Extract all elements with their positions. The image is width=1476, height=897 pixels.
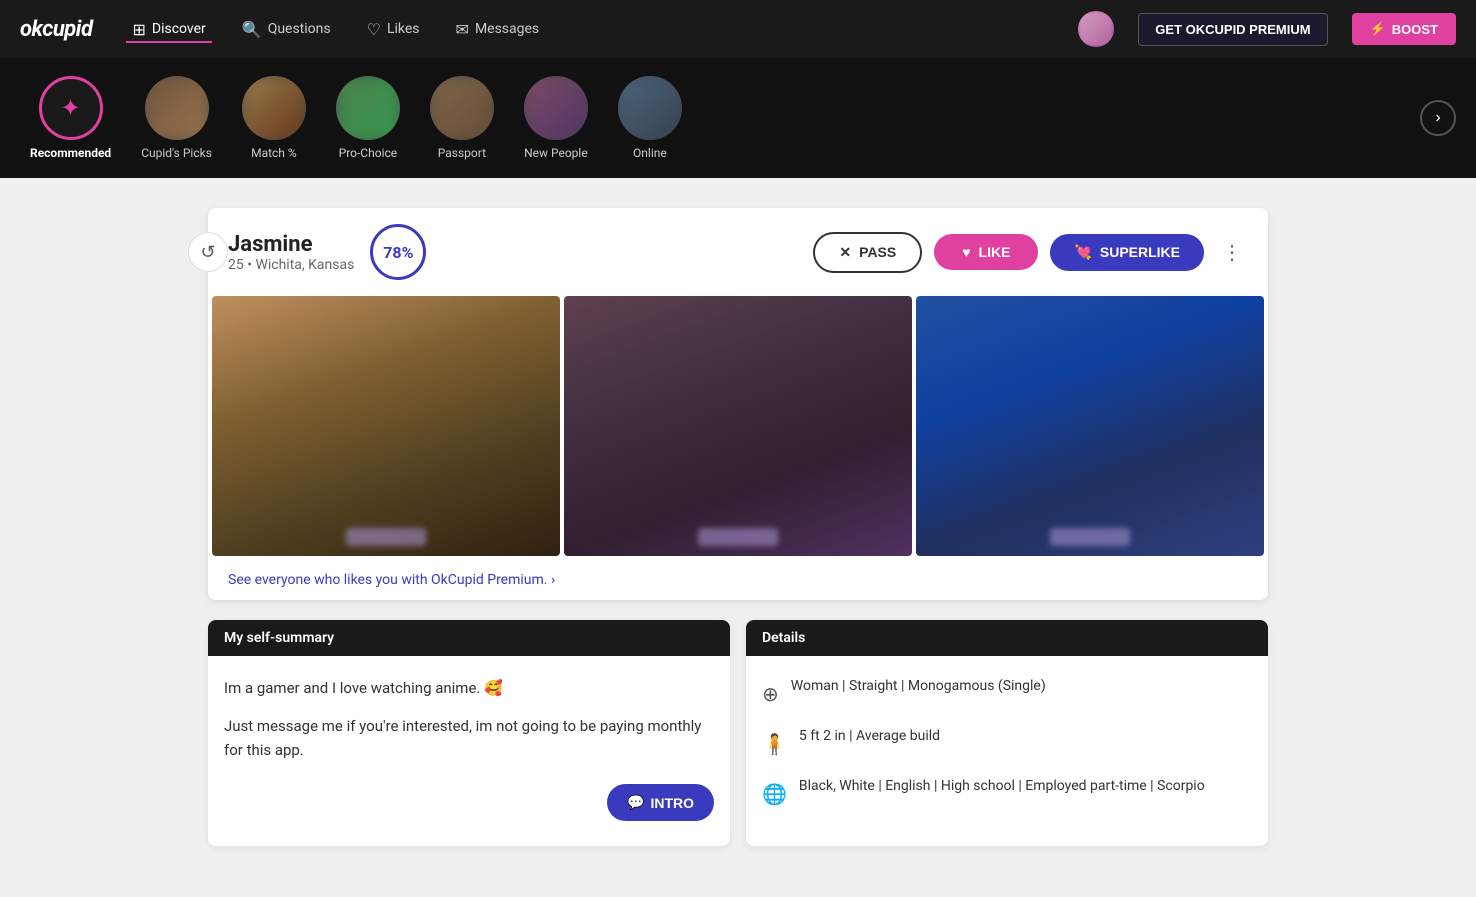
detail-background-text: Black, White | English | High school | E… bbox=[799, 776, 1205, 797]
category-passport-label: Passport bbox=[438, 146, 486, 160]
profile-name: Jasmine bbox=[228, 232, 354, 257]
nav-discover[interactable]: ⊞ Discover bbox=[126, 16, 211, 43]
category-next-button[interactable]: › bbox=[1420, 100, 1456, 136]
gender-icon: ⊕ bbox=[762, 678, 779, 710]
self-summary-header: My self-summary bbox=[208, 620, 730, 656]
profile-name-area: Jasmine 25 • Wichita, Kansas bbox=[228, 232, 354, 273]
pro-choice-thumb bbox=[336, 76, 400, 140]
self-summary-p1: Im a gamer and I love watching anime. 🥰 bbox=[224, 676, 714, 700]
likes-icon: ♡ bbox=[367, 20, 381, 39]
category-recommended[interactable]: ✦ Recommended bbox=[20, 68, 121, 168]
boost-button[interactable]: BOOST bbox=[1352, 13, 1456, 45]
user-avatar[interactable] bbox=[1078, 11, 1114, 47]
superlike-label: SUPERLIKE bbox=[1100, 244, 1180, 260]
messages-icon: ✉ bbox=[456, 20, 469, 39]
action-buttons: ✕ PASS ♥ LIKE 💘 SUPERLIKE ⋮ bbox=[813, 232, 1248, 273]
recommended-thumb: ✦ bbox=[39, 76, 103, 140]
detail-item-background: 🌐 Black, White | English | High school |… bbox=[762, 776, 1252, 810]
category-new-people[interactable]: New People bbox=[514, 68, 598, 168]
undo-button[interactable]: ↺ bbox=[188, 232, 228, 272]
profile-age: 25 bbox=[228, 257, 244, 273]
match-percent: 78% bbox=[383, 243, 413, 262]
category-pro-choice[interactable]: Pro-Choice bbox=[326, 68, 410, 168]
profile-card: ↺ Jasmine 25 • Wichita, Kansas 78% ✕ PAS… bbox=[208, 208, 1268, 600]
online-thumb bbox=[618, 76, 682, 140]
category-recommended-label: Recommended bbox=[30, 146, 111, 160]
photo-3-overlay bbox=[1050, 528, 1130, 546]
nav-questions[interactable]: 🔍 Questions bbox=[236, 16, 337, 43]
profile-city: Wichita, Kansas bbox=[255, 257, 354, 273]
category-pro-choice-label: Pro-Choice bbox=[339, 146, 398, 160]
details-header: Details bbox=[746, 620, 1268, 656]
more-options-button[interactable]: ⋮ bbox=[1216, 240, 1248, 265]
top-navigation: okcupid ⊞ Discover 🔍 Questions ♡ Likes ✉… bbox=[0, 0, 1476, 58]
intro-button[interactable]: 💬 INTRO bbox=[607, 784, 714, 821]
profile-header: ↺ Jasmine 25 • Wichita, Kansas 78% ✕ PAS… bbox=[208, 208, 1268, 296]
premium-upsell-link[interactable]: See everyone who likes you with OkCupid … bbox=[208, 560, 1268, 600]
passport-thumb bbox=[430, 76, 494, 140]
self-summary-card: My self-summary Im a gamer and I love wa… bbox=[208, 620, 730, 846]
nav-messages-label: Messages bbox=[475, 21, 539, 37]
category-online[interactable]: Online bbox=[608, 68, 692, 168]
new-people-thumb bbox=[524, 76, 588, 140]
pass-icon: ✕ bbox=[839, 244, 851, 261]
category-passport[interactable]: Passport bbox=[420, 68, 504, 168]
app-logo: okcupid bbox=[20, 17, 92, 42]
profile-photo-2[interactable] bbox=[564, 296, 912, 556]
questions-icon: 🔍 bbox=[242, 20, 262, 39]
premium-upsell-anchor[interactable]: See everyone who likes you with OkCupid … bbox=[228, 572, 555, 588]
detail-height-text: 5 ft 2 in | Average build bbox=[799, 726, 940, 747]
details-card: Details ⊕ Woman | Straight | Monogamous … bbox=[746, 620, 1268, 846]
profile-photo-1[interactable] bbox=[212, 296, 560, 556]
like-label: LIKE bbox=[979, 244, 1011, 260]
profile-location: 25 • Wichita, Kansas bbox=[228, 257, 354, 273]
nav-likes-label: Likes bbox=[387, 21, 420, 37]
nav-discover-label: Discover bbox=[152, 21, 206, 37]
detail-item-height: 🧍 5 ft 2 in | Average build bbox=[762, 726, 1252, 760]
category-cupids-picks-label: Cupid's Picks bbox=[141, 146, 212, 160]
background-icon: 🌐 bbox=[762, 778, 787, 810]
category-new-people-label: New People bbox=[524, 146, 588, 160]
nav-likes[interactable]: ♡ Likes bbox=[361, 16, 426, 43]
superlike-icon: 💘 bbox=[1074, 244, 1091, 261]
intro-icon: 💬 bbox=[627, 794, 644, 811]
match-thumb bbox=[242, 76, 306, 140]
detail-item-gender: ⊕ Woman | Straight | Monogamous (Single) bbox=[762, 676, 1252, 710]
photo-grid bbox=[208, 296, 1268, 560]
match-circle: 78% bbox=[370, 224, 426, 280]
photo-2-overlay bbox=[698, 528, 778, 546]
detail-gender-text: Woman | Straight | Monogamous (Single) bbox=[791, 676, 1046, 697]
pass-label: PASS bbox=[859, 244, 896, 260]
cupids-picks-thumb bbox=[145, 76, 209, 140]
like-icon: ♥ bbox=[962, 244, 970, 260]
category-bar: ✦ Recommended Cupid's Picks Match % Pro-… bbox=[0, 58, 1476, 178]
premium-button[interactable]: GET OKCUPID PREMIUM bbox=[1138, 13, 1327, 46]
category-match[interactable]: Match % bbox=[232, 68, 316, 168]
recommended-icon: ✦ bbox=[61, 94, 81, 122]
category-match-label: Match % bbox=[251, 146, 297, 160]
height-icon: 🧍 bbox=[762, 728, 787, 760]
nav-messages[interactable]: ✉ Messages bbox=[450, 16, 546, 43]
details-body: ⊕ Woman | Straight | Monogamous (Single)… bbox=[746, 656, 1268, 846]
self-summary-p2: Just message me if you're interested, im… bbox=[224, 714, 714, 762]
nav-questions-label: Questions bbox=[268, 21, 331, 37]
like-button[interactable]: ♥ LIKE bbox=[934, 234, 1038, 270]
discover-icon: ⊞ bbox=[132, 20, 145, 39]
intro-label: INTRO bbox=[650, 795, 694, 811]
main-content: ↺ Jasmine 25 • Wichita, Kansas 78% ✕ PAS… bbox=[188, 208, 1288, 846]
self-summary-body: Im a gamer and I love watching anime. 🥰 … bbox=[208, 656, 730, 816]
profile-photo-3[interactable] bbox=[916, 296, 1264, 556]
category-online-label: Online bbox=[633, 146, 667, 160]
pass-button[interactable]: ✕ PASS bbox=[813, 232, 922, 273]
photo-1-overlay bbox=[346, 528, 426, 546]
profile-sections: My self-summary Im a gamer and I love wa… bbox=[208, 620, 1268, 846]
superlike-button[interactable]: 💘 SUPERLIKE bbox=[1050, 234, 1204, 271]
category-cupids-picks[interactable]: Cupid's Picks bbox=[131, 68, 222, 168]
